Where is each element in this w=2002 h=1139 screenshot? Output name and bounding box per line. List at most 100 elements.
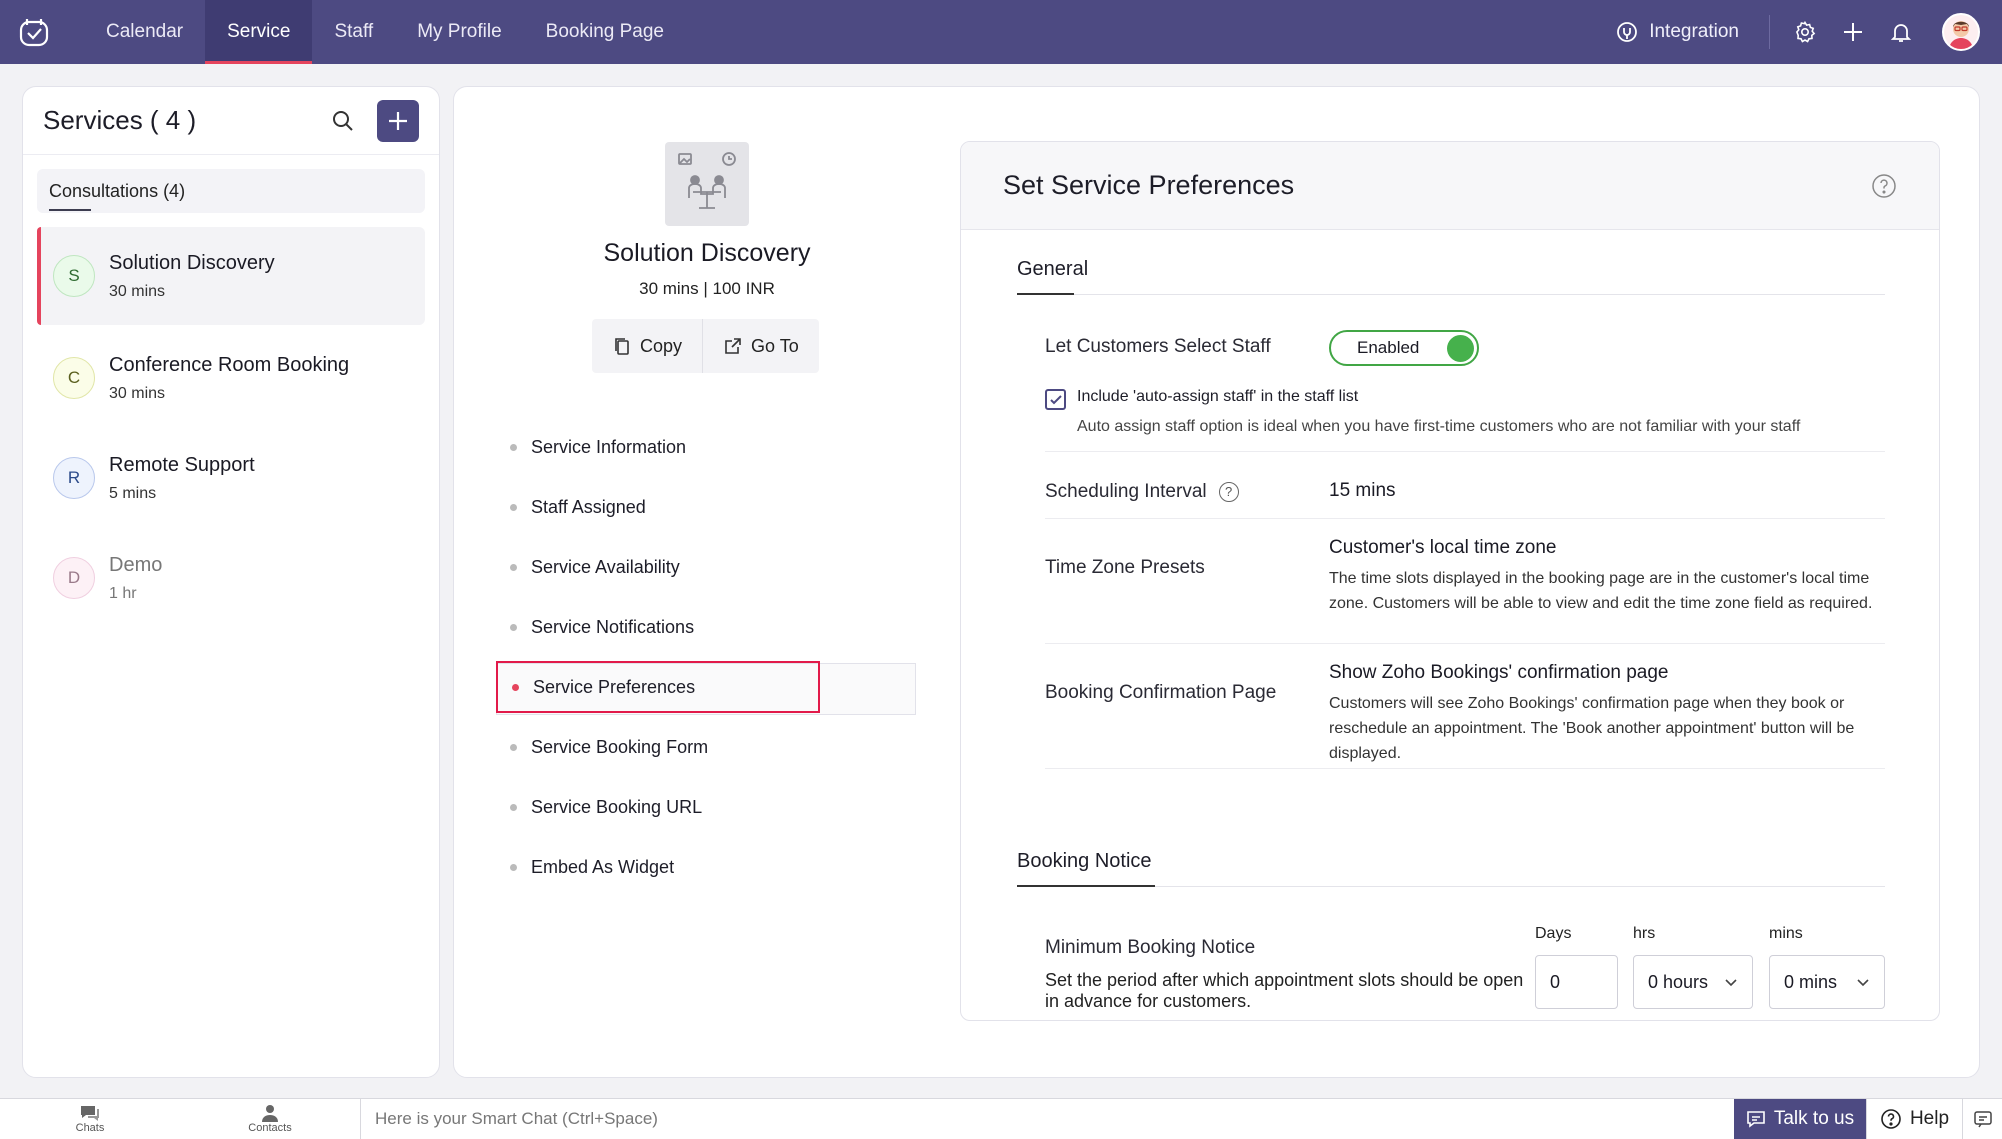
notification-bell-icon[interactable] — [1888, 19, 1914, 45]
service-detail-panel: Solution Discovery 30 mins | 100 INR Cop… — [453, 86, 1980, 1078]
services-list-panel: Services ( 4 ) Consultations (4) S Solut… — [22, 86, 440, 1078]
settings-gear-icon[interactable] — [1792, 19, 1818, 45]
goto-label: Go To — [751, 335, 799, 356]
service-avatar: C — [53, 357, 95, 399]
bullet-icon — [510, 743, 517, 751]
service-name: Solution Discovery — [109, 251, 275, 274]
talk-to-us-label: Talk to us — [1773, 1108, 1855, 1129]
menu-item-service-booking-url[interactable]: Service Booking URL — [496, 777, 916, 837]
menu-label: Service Notifications — [531, 616, 695, 637]
user-avatar[interactable] — [1942, 13, 1980, 51]
timezone-value: Customer's local time zone — [1329, 537, 1557, 558]
group-consultations[interactable]: Consultations (4) — [37, 169, 425, 213]
menu-item-staff-assigned[interactable]: Staff Assigned — [496, 477, 916, 537]
chats-button[interactable]: Chats — [0, 1099, 180, 1139]
row-divider — [1045, 768, 1885, 769]
menu-item-service-booking-form[interactable]: Service Booking Form — [496, 717, 916, 777]
hours-value: 0 hours — [1648, 971, 1709, 992]
talk-to-us-button[interactable]: Talk to us — [1734, 1099, 1866, 1139]
auto-assign-checkbox[interactable] — [1045, 389, 1066, 410]
add-plus-icon[interactable] — [1840, 19, 1866, 45]
bullet-icon — [510, 443, 517, 451]
menu-item-service-availability[interactable]: Service Availability — [496, 537, 916, 597]
service-avatar: S — [53, 255, 95, 297]
nav-tab-staff[interactable]: Staff — [312, 0, 395, 64]
nav-tab-booking-page[interactable]: Booking Page — [524, 0, 686, 64]
contacts-button[interactable]: Contacts — [180, 1099, 360, 1139]
service-preferences-card: Set Service Preferences General Let Cust… — [960, 141, 1940, 1021]
goto-button[interactable]: Go To — [702, 319, 819, 373]
menu-item-service-information[interactable]: Service Information — [496, 417, 916, 477]
chats-label: Chats — [75, 1122, 105, 1134]
nav-tab-my-profile[interactable]: My Profile — [395, 0, 523, 64]
timezone-description: The time slots displayed in the booking … — [1329, 570, 1873, 612]
menu-label: Staff Assigned — [531, 496, 646, 517]
menu-item-embed-as-widget[interactable]: Embed As Widget — [496, 837, 916, 897]
integration-label: Integration — [1649, 21, 1739, 42]
service-settings-menu: Service Information Staff Assigned Servi… — [496, 417, 916, 897]
chat-bubble-icon — [81, 1106, 99, 1121]
days-input[interactable]: 0 — [1535, 955, 1618, 1009]
help-question-icon[interactable]: ? — [1218, 481, 1239, 502]
search-icon[interactable] — [329, 107, 357, 135]
hours-select[interactable]: 0 hours — [1633, 955, 1753, 1009]
hrs-label: hrs — [1633, 925, 1656, 942]
menu-label: Embed As Widget — [531, 856, 675, 877]
smart-chat-input[interactable]: Here is your Smart Chat (Ctrl+Space) — [360, 1099, 1734, 1139]
services-title: Services ( 4 ) — [43, 105, 197, 135]
plus-icon — [389, 111, 407, 130]
copy-label: Copy — [640, 335, 683, 356]
menu-item-service-preferences[interactable]: Service Preferences — [496, 661, 820, 713]
service-title: Solution Discovery — [603, 239, 811, 267]
menu-label: Service Preferences — [533, 676, 696, 697]
app-logo-icon[interactable] — [14, 12, 54, 52]
add-service-button[interactable] — [377, 99, 419, 142]
bullet-icon — [510, 803, 517, 811]
menu-item-service-notifications[interactable]: Service Notifications — [496, 597, 916, 657]
mins-value: 0 mins — [1784, 971, 1838, 992]
help-question-icon — [1881, 1109, 1901, 1129]
feedback-icon[interactable] — [1962, 1099, 2002, 1139]
min-booking-notice-label: Minimum Booking Notice — [1045, 937, 1256, 958]
integration-button[interactable]: Integration — [1615, 15, 1770, 49]
menu-label: Service Booking Form — [531, 736, 709, 757]
service-avatar: D — [53, 557, 95, 599]
service-name: Conference Room Booking — [109, 353, 350, 376]
integration-icon — [1617, 22, 1638, 42]
bullet-icon — [510, 623, 517, 631]
mins-label: mins — [1769, 925, 1803, 942]
chevron-down-icon — [1725, 979, 1737, 987]
nav-tab-service[interactable]: Service — [205, 0, 313, 64]
bullet-icon — [510, 503, 517, 511]
row-divider — [1045, 451, 1885, 452]
service-duration: 5 mins — [109, 484, 157, 502]
services-header: Services ( 4 ) — [23, 87, 439, 155]
scheduling-interval-value: 15 mins — [1329, 480, 1396, 501]
section-divider — [1017, 885, 1885, 887]
contacts-person-icon — [262, 1105, 278, 1122]
section-divider — [1017, 293, 1885, 295]
copy-button[interactable]: Copy — [592, 319, 702, 373]
service-item-demo[interactable]: D Demo 1 hr — [37, 529, 425, 627]
nav-tab-calendar[interactable]: Calendar — [84, 0, 205, 64]
service-item-conference-room-booking[interactable]: C Conference Room Booking 30 mins — [37, 329, 425, 427]
service-duration: 30 mins — [109, 282, 166, 300]
menu-label: Service Availability — [531, 556, 680, 577]
help-button[interactable]: Help — [1866, 1099, 1962, 1139]
service-item-solution-discovery[interactable]: S Solution Discovery 30 mins — [37, 227, 425, 325]
mins-select[interactable]: 0 mins — [1769, 955, 1885, 1009]
days-label: Days — [1535, 925, 1572, 942]
menu-label: Service Information — [531, 436, 687, 457]
top-right-actions: Integration — [1615, 0, 2002, 64]
confirmation-page-description: Customers will see Zoho Bookings' confir… — [1329, 695, 1855, 762]
service-item-remote-support[interactable]: R Remote Support 5 mins — [37, 429, 425, 527]
select-staff-toggle[interactable]: Enabled — [1329, 330, 1479, 366]
select-staff-label: Let Customers Select Staff — [1045, 336, 1271, 357]
confirmation-page-label: Booking Confirmation Page — [1045, 682, 1277, 703]
scheduling-interval-label: Scheduling Interval — [1045, 481, 1207, 502]
service-avatar: R — [53, 457, 95, 499]
checkmark-icon — [1049, 394, 1062, 404]
bullet-icon — [510, 863, 517, 871]
preferences-header: Set Service Preferences — [961, 142, 1939, 230]
help-question-icon[interactable] — [1871, 173, 1897, 199]
